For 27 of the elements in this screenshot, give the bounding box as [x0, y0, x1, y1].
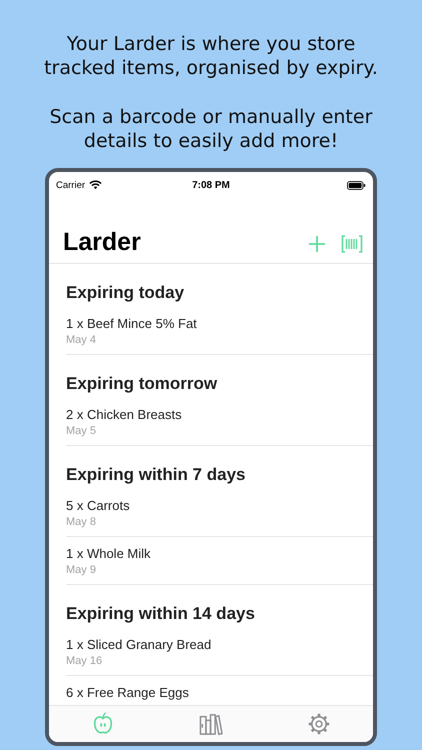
section-header: Expiring today — [65, 282, 186, 304]
item-name: 2 x Chicken Breasts — [66, 406, 183, 424]
caption-text: Scan a barcode or manually enter details to easily add more! — [48, 105, 374, 153]
item-date: May 8 — [66, 515, 97, 530]
item-date: May 9 — [66, 563, 97, 578]
section-header: Expiring within 14 days — [65, 603, 256, 625]
apple-icon — [92, 712, 114, 736]
section-header: Expiring within 7 days — [65, 464, 246, 486]
item-date: May 4 — [66, 333, 97, 348]
item-name: 5 x Carrots — [66, 497, 131, 515]
item-name: 1 x Sliced Granary Bread — [66, 636, 212, 654]
item-date: May 16 — [66, 654, 104, 669]
add-button[interactable] — [306, 233, 328, 255]
section-header: Expiring tomorrow — [65, 373, 218, 395]
page-title: Larder — [63, 228, 141, 257]
carrier-label: Carrier — [56, 180, 86, 190]
item-name: 1 x Whole Milk — [66, 545, 152, 563]
barcode-scan-button[interactable] — [340, 233, 364, 255]
item-name: 1 x Beef Mince 5% Fat — [66, 315, 198, 333]
battery-icon — [346, 180, 366, 190]
item-name: 6 x Free Range Eggs — [66, 684, 190, 702]
item-date: May 5 — [66, 424, 97, 439]
status-time: 7:08 PM — [192, 180, 230, 190]
settings-icon — [308, 713, 330, 735]
books-icon — [199, 713, 223, 735]
wifi-icon — [89, 180, 102, 190]
caption-text: Your Larder is where you store tracked items, organised by expiry. — [43, 32, 379, 80]
